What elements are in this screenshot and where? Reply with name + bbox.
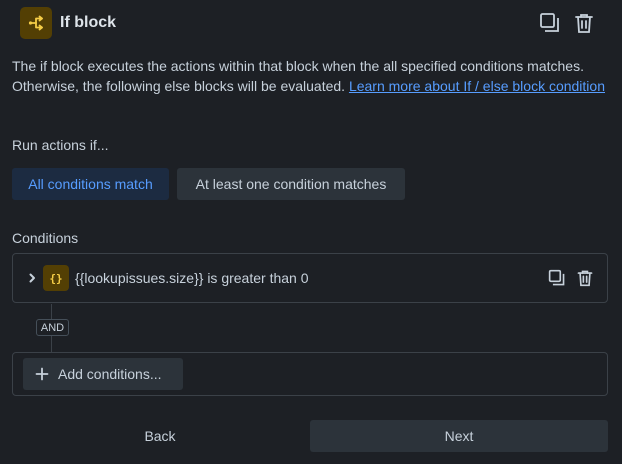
add-conditions-button[interactable]: Add conditions... [23, 358, 183, 390]
block-title: If block [60, 14, 117, 31]
delete-block-button[interactable] [571, 10, 597, 36]
run-actions-label: Run actions if... [12, 137, 109, 153]
any-condition-option[interactable]: At least one condition matches [177, 168, 405, 200]
trash-icon [575, 14, 593, 33]
block-header: If block [0, 0, 622, 46]
duplicate-condition-button[interactable] [546, 267, 568, 289]
next-button[interactable]: Next [310, 420, 608, 452]
and-badge: AND [36, 319, 69, 336]
block-description: The if block executes the actions within… [12, 56, 610, 96]
condition-row[interactable]: {} {{lookupissues.size}} is greater than… [12, 253, 608, 303]
trash-icon [577, 270, 593, 287]
all-conditions-option[interactable]: All conditions match [12, 168, 169, 200]
chevron-right-icon[interactable] [25, 271, 39, 285]
duplicate-block-button[interactable] [537, 10, 563, 36]
plus-icon [35, 367, 49, 381]
back-button[interactable]: Back [12, 420, 308, 452]
conditions-label: Conditions [12, 230, 79, 246]
duplicate-icon [548, 269, 565, 286]
smart-value-icon: {} [43, 265, 69, 291]
learn-more-link[interactable]: Learn more about If / else block conditi… [349, 78, 605, 94]
branch-icon [20, 7, 52, 39]
add-conditions-label: Add conditions... [58, 366, 162, 382]
delete-condition-button[interactable] [574, 267, 596, 289]
condition-text: {{lookupissues.size}} is greater than 0 [75, 270, 309, 286]
add-conditions-container: Add conditions... [12, 352, 608, 396]
duplicate-icon [540, 13, 559, 32]
